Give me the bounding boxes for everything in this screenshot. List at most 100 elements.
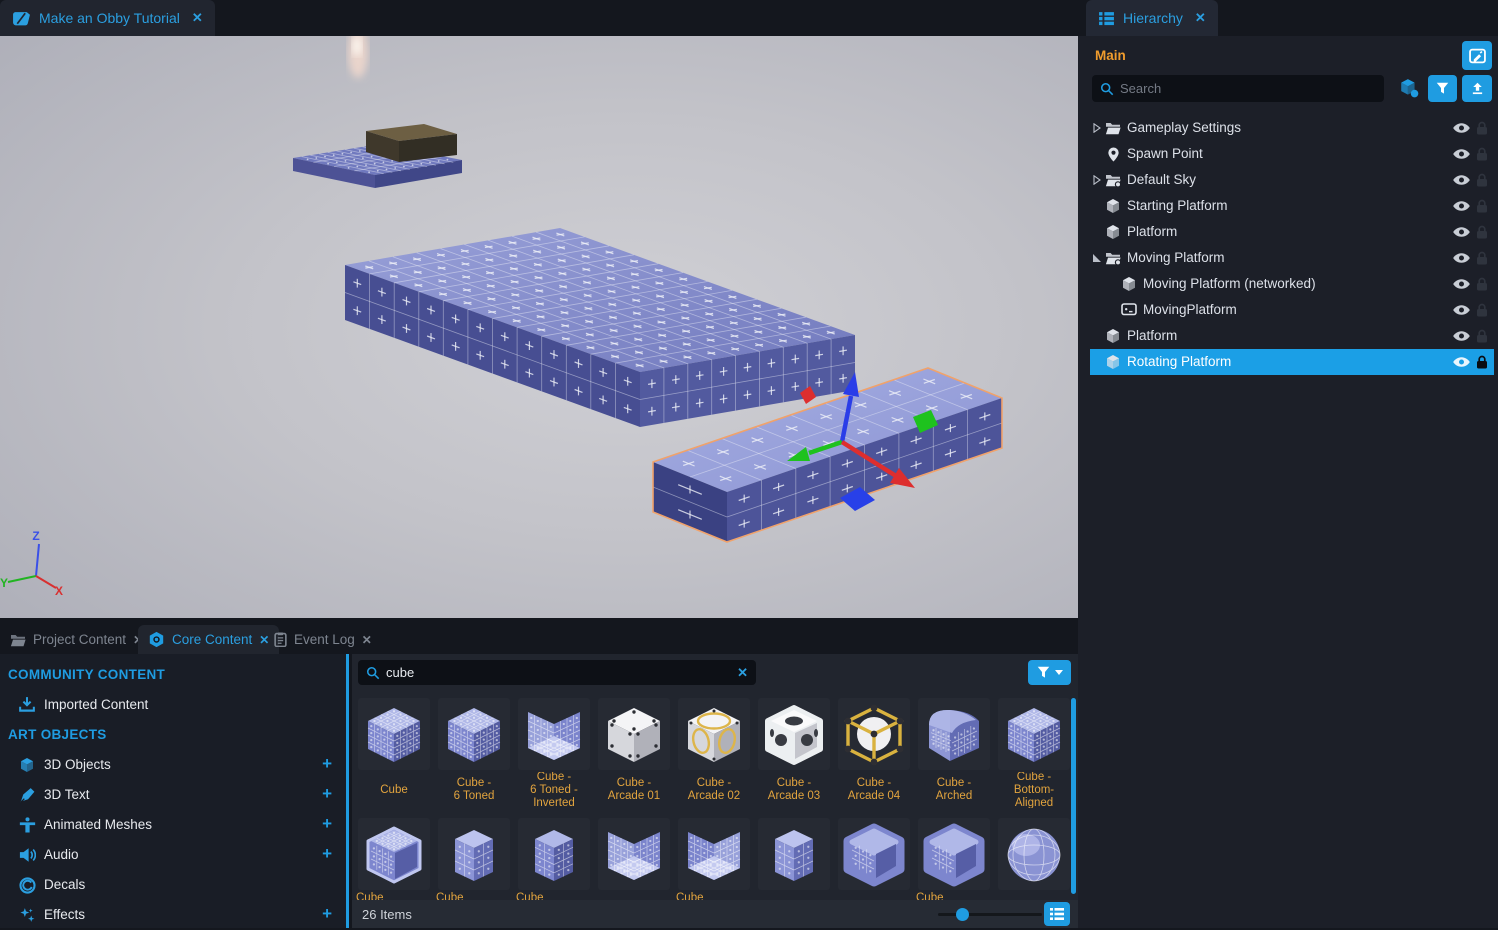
tab-project-content[interactable]: Project Content✕ (0, 625, 153, 654)
sidebar-item-3d-text[interactable]: 3D Text+ (0, 780, 346, 810)
asset-thumbnail[interactable] (518, 818, 590, 890)
sidebar-item-effects[interactable]: Effects+ (0, 900, 346, 930)
3d-viewport[interactable]: Z Y X (0, 36, 1078, 618)
asset-thumbnail[interactable] (518, 698, 590, 770)
visibility-eye-icon[interactable] (1452, 356, 1471, 368)
hierarchy-filter-button[interactable] (1428, 75, 1457, 102)
expand-arrow-icon[interactable] (1092, 123, 1102, 133)
lock-icon[interactable] (1476, 121, 1488, 136)
visibility-eye-icon[interactable] (1452, 148, 1471, 160)
asset-tile-cube-arcade-04[interactable]: Cube -Arcade 04 (838, 698, 910, 808)
asset-tile-cube[interactable]: Cube (678, 818, 750, 900)
asset-tile-cube-6-toned[interactable]: Cube -6 Toned (438, 698, 510, 808)
content-search-box[interactable]: ✕ (358, 660, 756, 685)
sidebar-item-animated-meshes[interactable]: Animated Meshes+ (0, 810, 346, 840)
hierarchy-row[interactable]: Spawn Point (1090, 141, 1494, 167)
lock-icon[interactable] (1476, 329, 1488, 344)
tab-core-content[interactable]: Core Content✕ (138, 625, 279, 654)
sidebar-item-audio[interactable]: Audio+ (0, 840, 346, 870)
lock-icon[interactable] (1476, 225, 1488, 240)
asset-tile-cube[interactable]: Cube (358, 698, 430, 808)
add-icon[interactable]: + (322, 754, 332, 774)
hierarchy-row[interactable]: Platform (1090, 323, 1494, 349)
asset-tile-cube-6-toned-inverted[interactable]: Cube -6 Toned -Inverted (518, 698, 590, 808)
lock-icon[interactable] (1476, 303, 1488, 318)
asset-thumbnail[interactable] (678, 818, 750, 890)
open-scene-button[interactable] (1462, 41, 1492, 70)
visibility-eye-icon[interactable] (1452, 304, 1471, 316)
asset-thumbnail[interactable] (838, 818, 910, 890)
asset-tile-cube-arcade-03[interactable]: Cube -Arcade 03 (758, 698, 830, 808)
hierarchy-row[interactable]: MovingPlatform (1090, 297, 1494, 323)
visibility-eye-icon[interactable] (1452, 174, 1471, 186)
asset-thumbnail[interactable] (438, 818, 510, 890)
hierarchy-row[interactable]: Gameplay Settings (1090, 115, 1494, 141)
asset-tile-cube-bottom-aligned[interactable]: Cube -Bottom-Aligned (998, 698, 1070, 808)
thumbnail-size-slider-track[interactable] (938, 913, 1042, 916)
lock-icon[interactable] (1476, 355, 1488, 370)
sidebar-item-imported-content[interactable]: Imported Content (0, 690, 346, 720)
asset-thumbnail[interactable] (438, 698, 510, 770)
add-icon[interactable]: + (322, 814, 332, 834)
expanded-arrow-icon[interactable] (1092, 253, 1102, 263)
hierarchy-row[interactable]: Moving Platform (1090, 245, 1494, 271)
visibility-eye-icon[interactable] (1452, 278, 1471, 290)
close-icon[interactable]: ✕ (192, 10, 203, 26)
add-icon[interactable]: + (322, 904, 332, 924)
asset-tile-cube[interactable]: Cube (438, 818, 510, 900)
hierarchy-row[interactable]: Moving Platform (networked) (1090, 271, 1494, 297)
clear-search-icon[interactable]: ✕ (737, 665, 748, 681)
hierarchy-search-input[interactable] (1120, 81, 1376, 96)
asset-thumbnail[interactable] (358, 818, 430, 890)
asset-thumbnail[interactable] (678, 698, 750, 770)
asset-thumbnail[interactable] (998, 698, 1070, 770)
view-mode-button[interactable] (1044, 902, 1070, 926)
lock-icon[interactable] (1476, 199, 1488, 214)
lock-icon[interactable] (1476, 147, 1488, 162)
close-icon[interactable]: ✕ (1195, 10, 1206, 26)
asset-thumbnail[interactable] (918, 818, 990, 890)
asset-thumbnail[interactable] (358, 698, 430, 770)
add-icon[interactable]: + (322, 844, 332, 864)
asset-tile-cube-arcade-02[interactable]: Cube -Arcade 02 (678, 698, 750, 808)
content-scrollbar[interactable] (1071, 698, 1076, 894)
asset-tile-cube[interactable]: Cube (358, 818, 430, 900)
hierarchy-row[interactable]: Rotating Platform (1090, 349, 1494, 375)
visibility-eye-icon[interactable] (1452, 122, 1471, 134)
tab-hierarchy[interactable]: Hierarchy ✕ (1086, 0, 1218, 36)
visibility-eye-icon[interactable] (1452, 200, 1471, 212)
content-filter-button[interactable] (1028, 660, 1071, 685)
asset-thumbnail[interactable] (598, 818, 670, 890)
asset-tile-cube-arcade-01[interactable]: Cube -Arcade 01 (598, 698, 670, 808)
asset-thumbnail[interactable] (758, 698, 830, 770)
sidebar-item-decals[interactable]: Decals (0, 870, 346, 900)
asset-tile[interactable] (838, 818, 910, 900)
asset-tile[interactable] (598, 818, 670, 900)
content-search-input[interactable] (386, 665, 727, 680)
asset-thumbnail[interactable] (998, 818, 1070, 890)
asset-thumbnail[interactable] (598, 698, 670, 770)
publish-upload-button[interactable] (1462, 75, 1492, 102)
add-icon[interactable]: + (322, 784, 332, 804)
tab-event-log[interactable]: Event Log✕ (264, 625, 382, 654)
hierarchy-row[interactable]: Starting Platform (1090, 193, 1494, 219)
asset-tile-cube-arched[interactable]: Cube -Arched (918, 698, 990, 808)
lock-icon[interactable] (1476, 251, 1488, 266)
hierarchy-row[interactable]: Default Sky (1090, 167, 1494, 193)
lock-icon[interactable] (1476, 173, 1488, 188)
visibility-eye-icon[interactable] (1452, 226, 1471, 238)
asset-thumbnail[interactable] (918, 698, 990, 770)
asset-thumbnail[interactable] (758, 818, 830, 890)
asset-tile[interactable] (758, 818, 830, 900)
hierarchy-search-box[interactable] (1092, 75, 1384, 102)
close-icon[interactable]: ✕ (362, 633, 372, 647)
visibility-eye-icon[interactable] (1452, 330, 1471, 342)
asset-thumbnail[interactable] (838, 698, 910, 770)
asset-tile-cube[interactable]: Cube (918, 818, 990, 900)
thumbnail-size-slider-thumb[interactable] (956, 908, 969, 921)
expand-arrow-icon[interactable] (1092, 175, 1102, 185)
scene-canvas[interactable]: Z Y X (0, 36, 1078, 618)
asset-tile[interactable] (998, 818, 1070, 900)
doc-tab-make-an-obby-tutorial[interactable]: Make an Obby Tutorial ✕ (0, 0, 215, 36)
visibility-eye-icon[interactable] (1452, 252, 1471, 264)
